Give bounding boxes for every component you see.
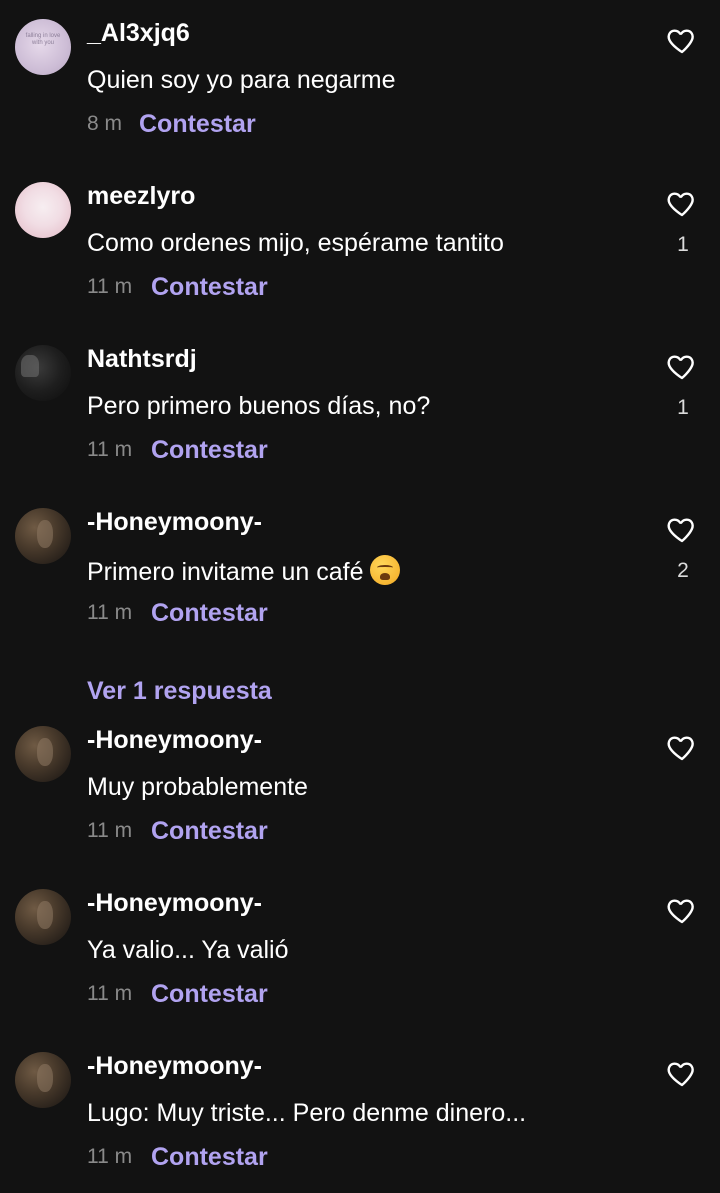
like-count: 2 [677, 559, 689, 582]
comment-text: Como ordenes mijo, espérame tantito [87, 229, 504, 257]
heart-outline-icon[interactable] [665, 894, 699, 926]
comment-item: -Honeymoony- Muy probablemente 11 m Cont… [0, 707, 720, 857]
comment-time: 8 m [87, 112, 123, 135]
reply-button[interactable]: Contestar [151, 1143, 268, 1172]
comment-text-row: Primero invitame un café [87, 555, 400, 587]
heart-outline-icon[interactable] [665, 24, 699, 56]
comment-text: Quien soy yo para negarme [87, 66, 396, 94]
heart-outline-icon[interactable] [665, 513, 699, 545]
heart-outline-icon[interactable] [665, 731, 699, 763]
comment-text: Primero invitame un café [87, 558, 364, 586]
view-replies-button[interactable]: Ver 1 respuesta [87, 677, 272, 706]
comment-time: 11 m [87, 601, 133, 624]
heart-outline-icon[interactable] [665, 1057, 699, 1089]
comment-text: Muy probablemente [87, 773, 308, 801]
comment-item: meezlyro Como ordenes mijo, espérame tan… [0, 163, 720, 313]
reply-button[interactable]: Contestar [139, 110, 256, 139]
comment-text: Ya valio... Ya valió [87, 936, 289, 964]
comment-username[interactable]: meezlyro [87, 182, 195, 211]
reply-button[interactable]: Contestar [151, 980, 268, 1009]
avatar[interactable] [15, 182, 71, 238]
weary-face-emoji-icon [369, 555, 400, 585]
comment-item: -Honeymoony- Primero invitame un café 11… [0, 489, 720, 639]
comment-item: Nathtsrdj Pero primero buenos días, no? … [0, 326, 720, 476]
comment-item: -Honeymoony- Lugo: Muy triste... Pero de… [0, 1033, 720, 1183]
like-count: 1 [677, 233, 689, 256]
comment-time: 11 m [87, 819, 133, 842]
reply-button[interactable]: Contestar [151, 273, 268, 302]
comment-time: 11 m [87, 1145, 133, 1168]
comment-item: -Honeymoony- Ya valio... Ya valió 11 m C… [0, 870, 720, 1020]
avatar[interactable] [15, 889, 71, 945]
avatar[interactable]: falling in love with you [15, 19, 71, 75]
comment-item: falling in love with you _Al3xjq6 Quien … [0, 0, 720, 150]
comment-time: 11 m [87, 438, 133, 461]
comment-username[interactable]: -Honeymoony- [87, 1052, 262, 1081]
reply-button[interactable]: Contestar [151, 599, 268, 628]
avatar[interactable] [15, 1052, 71, 1108]
like-count: 1 [677, 396, 689, 419]
avatar[interactable] [15, 726, 71, 782]
reply-button[interactable]: Contestar [151, 436, 268, 465]
heart-outline-icon[interactable] [665, 187, 699, 219]
comment-time: 11 m [87, 982, 133, 1005]
heart-outline-icon[interactable] [665, 350, 699, 382]
comment-username[interactable]: -Honeymoony- [87, 508, 262, 537]
avatar[interactable] [15, 508, 71, 564]
comment-time: 11 m [87, 275, 133, 298]
comment-username[interactable]: Nathtsrdj [87, 345, 197, 374]
comment-text: Pero primero buenos días, no? [87, 392, 431, 420]
comment-username[interactable]: -Honeymoony- [87, 889, 262, 918]
comment-text: Lugo: Muy triste... Pero denme dinero... [87, 1099, 527, 1127]
avatar[interactable] [15, 345, 71, 401]
avatar-text: falling in love with you [25, 33, 61, 46]
comment-username[interactable]: _Al3xjq6 [87, 19, 190, 48]
comment-username[interactable]: -Honeymoony- [87, 726, 262, 755]
reply-button[interactable]: Contestar [151, 817, 268, 846]
